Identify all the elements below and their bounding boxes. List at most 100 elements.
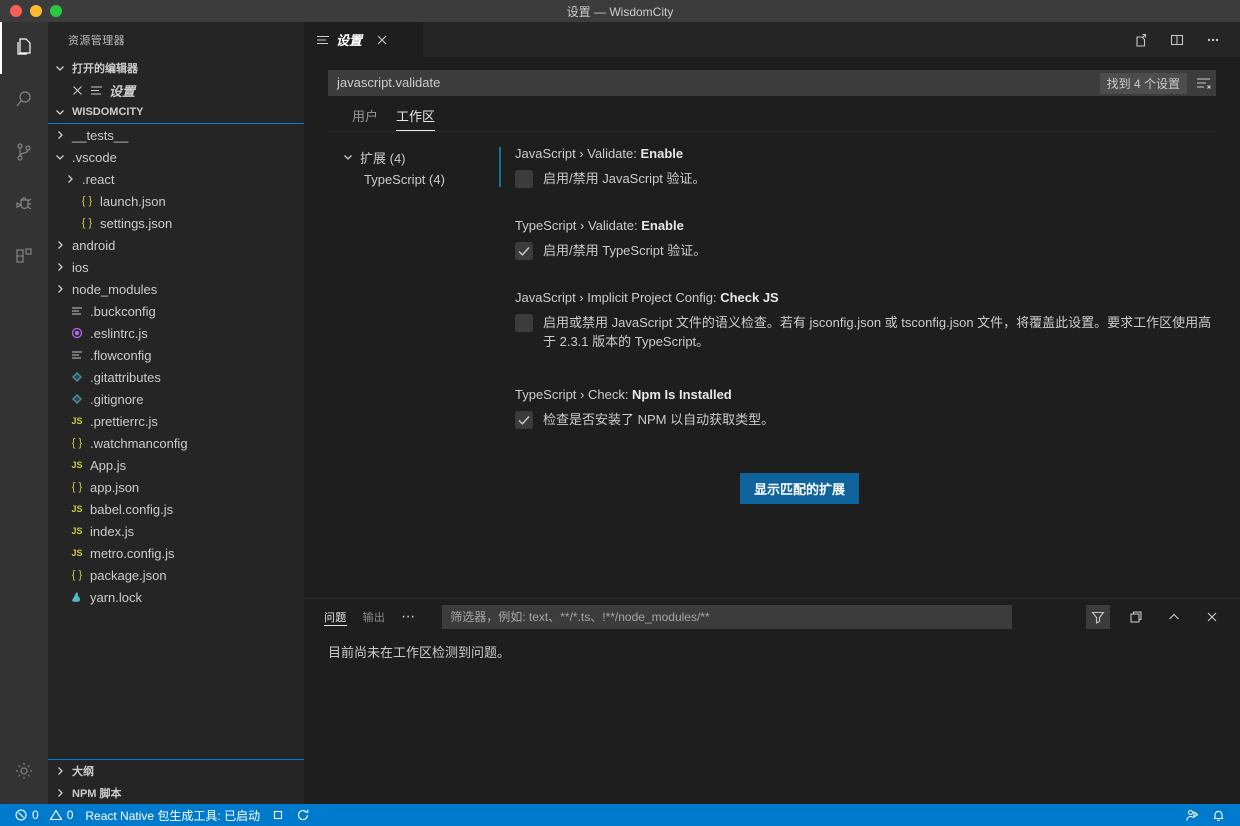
problems-filter-input[interactable]: 筛选器，例如: text、**/*.ts、!**/node_modules/** bbox=[442, 604, 1013, 629]
tab-user-settings[interactable]: 用户 bbox=[352, 106, 378, 131]
editor-group: 设置 javascript.validate 找到 4 个设置 用户 工作区 扩… bbox=[304, 22, 1240, 804]
split-editor-icon[interactable] bbox=[1164, 27, 1190, 53]
maximize-window-button[interactable] bbox=[50, 5, 62, 17]
file-icon bbox=[68, 349, 86, 361]
sync-icon bbox=[296, 808, 310, 822]
activity-item-extensions[interactable] bbox=[0, 230, 48, 282]
settings-scope-tabs: 用户 工作区 bbox=[328, 96, 1216, 131]
tree-row[interactable]: .gitattributes bbox=[48, 366, 304, 388]
feedback-icon bbox=[1184, 808, 1199, 823]
toc-item-child[interactable]: TypeScript (4) bbox=[340, 168, 499, 190]
toc-item-label: TypeScript (4) bbox=[364, 171, 445, 187]
gear-icon bbox=[12, 759, 36, 783]
tree-row[interactable]: ios bbox=[48, 256, 304, 278]
tree-row[interactable]: android bbox=[48, 234, 304, 256]
tree-row[interactable]: JS metro.config.js bbox=[48, 542, 304, 564]
tree-row[interactable]: node_modules bbox=[48, 278, 304, 300]
tree-row[interactable]: .eslintrc.js bbox=[48, 322, 304, 344]
setting-control-row: 检查是否安装了 NPM 以自动获取类型。 bbox=[515, 410, 1220, 429]
tree-item-label: yarn.lock bbox=[90, 589, 143, 605]
filter-icon[interactable] bbox=[1086, 604, 1110, 629]
panel-more-tabs[interactable]: ⋯ bbox=[401, 608, 416, 625]
checkbox-checked[interactable] bbox=[515, 242, 533, 260]
project-header[interactable]: WISDOMCITY bbox=[48, 101, 304, 123]
open-editor-item[interactable]: 设置 bbox=[48, 79, 304, 101]
tab-settings[interactable]: 设置 bbox=[304, 22, 424, 57]
chevron-right-icon[interactable] bbox=[52, 261, 68, 273]
activity-item-explorer[interactable] bbox=[0, 22, 48, 74]
close-panel-icon[interactable] bbox=[1200, 605, 1224, 629]
chevron-right-icon[interactable] bbox=[52, 239, 68, 251]
open-settings-json-icon[interactable] bbox=[1128, 27, 1154, 53]
tree-row[interactable]: { } settings.json bbox=[48, 212, 304, 234]
tab-workspace-settings[interactable]: 工作区 bbox=[396, 106, 436, 131]
tree-row[interactable]: .react bbox=[48, 168, 304, 190]
minimize-window-button[interactable] bbox=[30, 5, 42, 17]
show-matching-extensions-button[interactable]: 显示匹配的扩展 bbox=[739, 473, 859, 504]
tree-row[interactable]: JS babel.config.js bbox=[48, 498, 304, 520]
tree-item-label: .eslintrc.js bbox=[90, 325, 148, 341]
panel-tab-problems[interactable]: 问题 bbox=[324, 599, 347, 634]
tree-row[interactable]: __tests__ bbox=[48, 124, 304, 146]
panel-tab-output[interactable]: 输出 bbox=[363, 599, 386, 634]
window-controls[interactable] bbox=[0, 5, 62, 17]
git-file-icon bbox=[68, 393, 86, 405]
explorer-tree[interactable]: __tests__ .vscode .react { } launch.json { } s… bbox=[48, 123, 304, 760]
checkbox-checked[interactable] bbox=[515, 411, 533, 429]
toc-item-group[interactable]: 扩展 (4) bbox=[340, 146, 499, 168]
tree-row[interactable]: .flowconfig bbox=[48, 344, 304, 366]
close-icon[interactable] bbox=[70, 85, 84, 96]
tree-row[interactable]: { } package.json bbox=[48, 564, 304, 586]
chevron-right-icon[interactable] bbox=[52, 283, 68, 295]
maximize-panel-icon[interactable] bbox=[1162, 605, 1186, 629]
activity-item-manage[interactable] bbox=[0, 752, 48, 804]
tree-row[interactable]: JS App.js bbox=[48, 454, 304, 476]
tree-item-label: .gitignore bbox=[90, 391, 144, 407]
open-editor-label: 设置 bbox=[109, 83, 136, 99]
clear-icon[interactable] bbox=[1124, 605, 1148, 629]
tree-row[interactable]: .vscode bbox=[48, 146, 304, 168]
activity-item-debug[interactable] bbox=[0, 178, 48, 230]
tree-row[interactable]: { } app.json bbox=[48, 476, 304, 498]
setting-title: JavaScript › Validate: Enable bbox=[515, 146, 1220, 161]
close-window-button[interactable] bbox=[10, 5, 22, 17]
search-icon bbox=[12, 88, 36, 112]
filter-settings-icon[interactable] bbox=[1195, 75, 1212, 92]
chevron-right-icon[interactable] bbox=[62, 173, 78, 185]
settings-list-icon bbox=[316, 33, 330, 47]
status-restart-task[interactable] bbox=[290, 804, 316, 826]
settings-toc[interactable]: 扩展 (4) TypeScript (4) bbox=[304, 146, 499, 598]
activity-item-source-control[interactable] bbox=[0, 126, 48, 178]
npm-scripts-section-header[interactable]: NPM 脚本 bbox=[48, 782, 304, 804]
problems-empty-message: 目前尚未在工作区检测到问题。 bbox=[328, 645, 511, 660]
status-problems[interactable]: 0 0 bbox=[8, 804, 79, 826]
tree-row[interactable]: JS .prettierrc.js bbox=[48, 410, 304, 432]
tree-row[interactable]: .buckconfig bbox=[48, 300, 304, 322]
setting-category: JavaScript › Implicit Project Config: bbox=[515, 290, 721, 305]
status-stop-task[interactable] bbox=[266, 804, 290, 826]
outline-label: 大纲 bbox=[72, 766, 94, 778]
status-task[interactable]: React Native 包生成工具: 已启动 bbox=[79, 804, 266, 826]
tree-item-label: settings.json bbox=[100, 215, 173, 231]
chevron-right-icon[interactable] bbox=[52, 129, 68, 141]
settings-search-input[interactable]: javascript.validate bbox=[328, 70, 1216, 96]
tree-row[interactable]: { } .watchmanconfig bbox=[48, 432, 304, 454]
more-actions-icon[interactable] bbox=[1200, 27, 1226, 53]
checkbox-unchecked[interactable] bbox=[515, 314, 533, 332]
close-icon[interactable] bbox=[376, 34, 388, 46]
setting-title: TypeScript › Check: Npm Is Installed bbox=[515, 387, 1220, 402]
checkbox-unchecked[interactable] bbox=[515, 170, 533, 188]
tree-row[interactable]: JS index.js bbox=[48, 520, 304, 542]
window-title: 设置 — WisdomCity bbox=[566, 4, 674, 19]
tree-row[interactable]: yarn.lock bbox=[48, 586, 304, 608]
tree-row[interactable]: .gitignore bbox=[48, 388, 304, 410]
activity-item-search[interactable] bbox=[0, 74, 48, 126]
status-feedback[interactable] bbox=[1178, 804, 1205, 826]
open-editors-header[interactable]: 打开的编辑器 bbox=[48, 57, 304, 79]
status-notifications[interactable] bbox=[1205, 804, 1232, 826]
chevron-down-icon[interactable] bbox=[52, 151, 68, 163]
result-count-badge: 找到 4 个设置 bbox=[1099, 72, 1187, 94]
outline-section-header[interactable]: 大纲 bbox=[48, 760, 304, 782]
tree-row[interactable]: { } launch.json bbox=[48, 190, 304, 212]
js-file-icon: JS bbox=[71, 548, 83, 558]
